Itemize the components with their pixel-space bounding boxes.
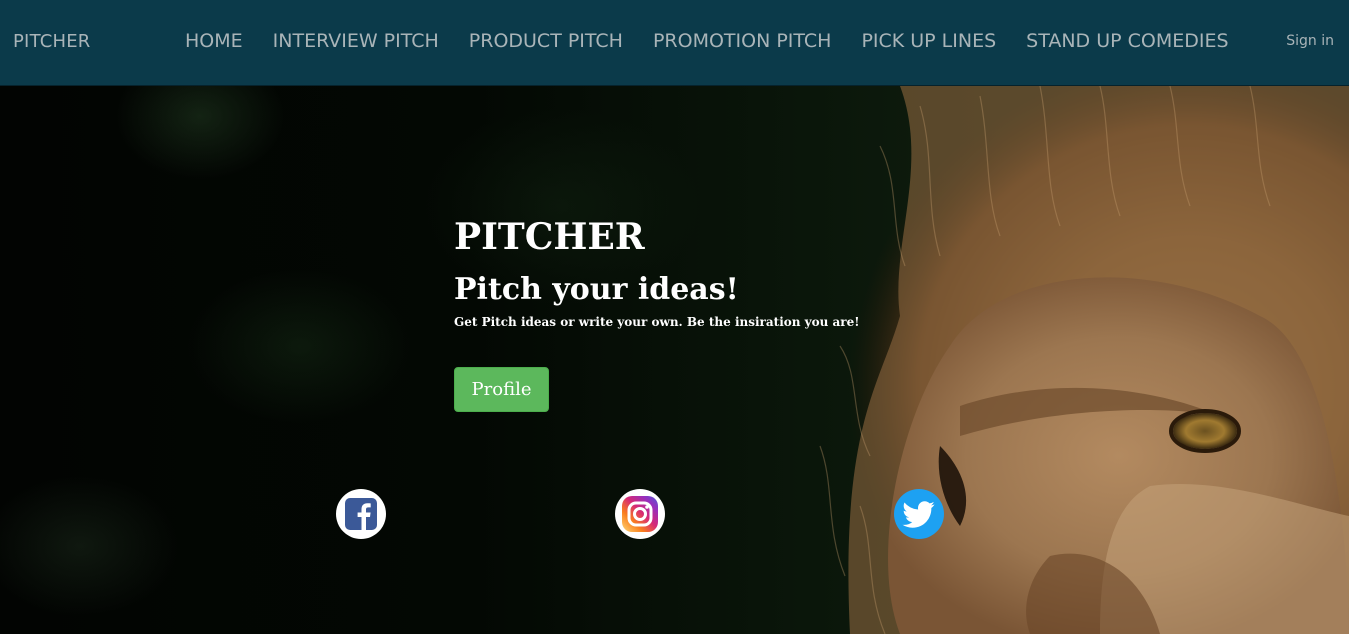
top-navbar: PITCHER HOME INTERVIEW PITCH PRODUCT PIT… <box>0 0 1349 86</box>
hero-title: PITCHER <box>454 216 645 258</box>
nav-link-interview-pitch[interactable]: INTERVIEW PITCH <box>258 29 454 53</box>
nav-link-home[interactable]: HOME <box>170 29 258 53</box>
nav-link-pick-up-lines[interactable]: PICK UP LINES <box>846 29 1011 53</box>
hero-tagline: Get Pitch ideas or write your own. Be th… <box>454 315 860 329</box>
profile-button[interactable]: Profile <box>454 367 549 412</box>
hero-subtitle: Pitch your ideas! <box>454 272 739 307</box>
sign-in-link[interactable]: Sign in <box>1286 33 1334 49</box>
twitter-link[interactable] <box>894 489 944 539</box>
twitter-icon <box>902 501 935 528</box>
instagram-icon <box>622 496 658 532</box>
nav-link-promotion-pitch[interactable]: PROMOTION PITCH <box>638 29 847 53</box>
brand-link[interactable]: PITCHER <box>13 31 91 52</box>
nav-link-stand-up-comedies[interactable]: STAND UP COMEDIES <box>1011 29 1243 53</box>
hero-section: PITCHER Pitch your ideas! Get Pitch idea… <box>0 86 1349 634</box>
lion-background-image <box>781 86 1349 634</box>
hero-content: PITCHER Pitch your ideas! Get Pitch idea… <box>454 216 954 330</box>
facebook-link[interactable] <box>336 489 386 539</box>
instagram-link[interactable] <box>615 489 665 539</box>
nav-link-product-pitch[interactable]: PRODUCT PITCH <box>454 29 638 53</box>
nav-links: HOME INTERVIEW PITCH PRODUCT PITCH PROMO… <box>170 29 1244 53</box>
facebook-icon <box>345 498 377 530</box>
